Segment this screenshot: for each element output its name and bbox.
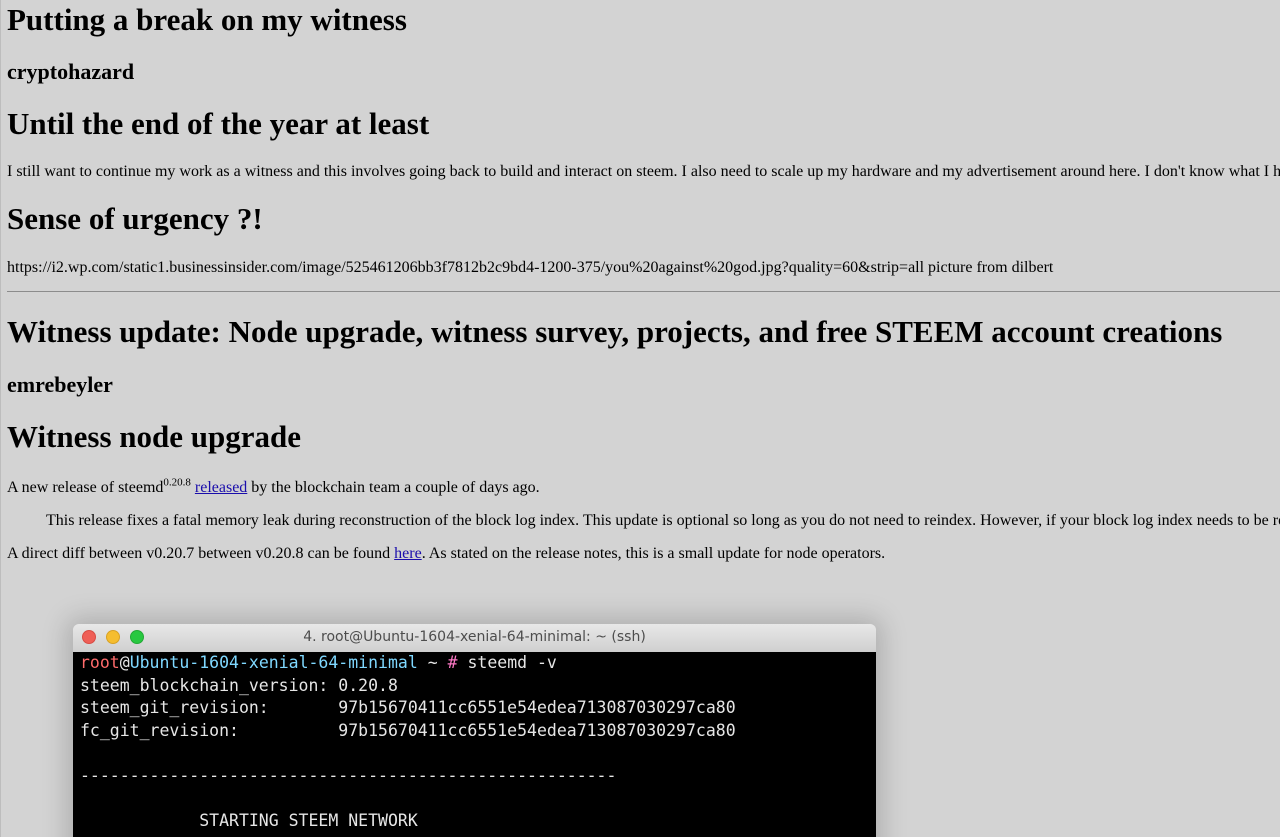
post-title: Putting a break on my witness	[7, 2, 407, 37]
release-paragraph: A new release of steemd0.20.8 released b…	[7, 476, 540, 498]
prompt-command: steemd -v	[457, 653, 557, 672]
prompt-hash: #	[447, 653, 458, 672]
section-heading: Witness node upgrade	[7, 419, 301, 454]
terminal-body: root@Ubuntu-1604-xenial-64-minimal ~ # s…	[73, 652, 876, 837]
divider	[7, 291, 1280, 292]
version-superscript: 0.20.8	[163, 476, 191, 489]
here-link[interactable]: here	[394, 545, 422, 562]
post-title: Witness update: Node upgrade, witness su…	[7, 314, 1223, 349]
terminal-titlebar: 4. root@Ubuntu-1604-xenial-64-minimal: ~…	[73, 624, 876, 653]
blockquote: This release fixes a fatal memory leak d…	[46, 512, 1280, 529]
post-author: cryptohazard	[7, 59, 135, 84]
prompt-user: root	[80, 653, 120, 672]
prompt-host: Ubuntu-1604-xenial-64-minimal	[129, 653, 418, 672]
terminal-line: steem_git_revision: 97b15670411cc6551e54…	[80, 698, 736, 718]
diff-paragraph: A direct diff between v0.20.7 between v0…	[7, 544, 885, 564]
prompt-at: @	[119, 653, 130, 672]
terminal-prompt-line: root@Ubuntu-1604-xenial-64-minimal ~ # s…	[80, 652, 876, 675]
released-link[interactable]: released	[195, 479, 247, 496]
paragraph: I still want to continue my work as a wi…	[7, 163, 1280, 180]
prompt-path: ~	[417, 653, 448, 672]
terminal-line: ----------------------------------------…	[80, 765, 617, 785]
terminal-screenshot: 4. root@Ubuntu-1604-xenial-64-minimal: ~…	[73, 624, 876, 837]
image-alt-text: https://i2.wp.com/static1.businessinside…	[7, 259, 1054, 276]
page: Putting a break on my witness cryptohaza…	[0, 0, 1280, 837]
post-author: emrebeyler	[7, 372, 113, 397]
paragraph-text: A new release of steemd	[7, 479, 164, 496]
terminal-line: steem_blockchain_version: 0.20.8	[80, 675, 398, 695]
terminal-title: 4. root@Ubuntu-1604-xenial-64-minimal: ~…	[303, 629, 646, 645]
paragraph-text: by the blockchain team a couple of days …	[247, 479, 540, 496]
section-heading: Sense of urgency ?!	[7, 201, 263, 236]
paragraph-text: . As stated on the release notes, this i…	[421, 545, 886, 562]
paragraph-text: A direct diff between v0.20.7 between v0…	[7, 545, 395, 562]
terminal-line: STARTING STEEM NETWORK	[80, 811, 418, 831]
section-heading: Until the end of the year at least	[7, 106, 430, 141]
terminal-line: fc_git_revision: 97b15670411cc6551e54ede…	[80, 720, 736, 740]
